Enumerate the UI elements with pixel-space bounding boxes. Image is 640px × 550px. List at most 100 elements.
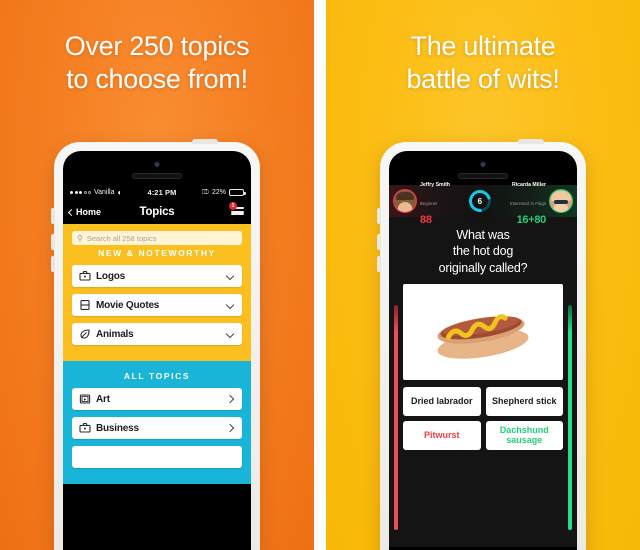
question-media-wrap (389, 283, 577, 380)
phone-mockup-right: Jeffry Smith Beginner 88 6 Ricarda Mille… (377, 139, 586, 550)
countdown-value: 6 (477, 196, 483, 206)
player-left-score: 88 (420, 214, 432, 227)
status-bar-right-group: ⎄ 22% (201, 188, 246, 197)
answer-button-2[interactable]: Shepherd stick (485, 386, 563, 416)
panel-divider (314, 0, 326, 550)
player-right-score: 16+80 (516, 214, 547, 227)
player-left[interactable]: Jeffry Smith Beginner 88 (393, 173, 450, 228)
headline-right-line1: The ultimate (410, 31, 556, 61)
chevron-left-icon (67, 208, 76, 216)
phone-button-silent (377, 208, 381, 224)
status-bar-clock: 4:21 PM (147, 188, 177, 197)
bluetooth-icon: ⎄ (201, 188, 209, 196)
section-all-topics: ALL TOPICS Art Business (63, 361, 251, 484)
signal-strength-icon (70, 191, 91, 194)
phone-button-volume-down (377, 256, 381, 272)
progress-bar-right-player (568, 305, 572, 530)
phone-mockup-left: Vanilla ◐ 4:21 PM ⎄ 22% Home Topics 1 ⚲ … (51, 139, 260, 550)
battery-icon (229, 189, 246, 196)
phone-sensor-row (63, 151, 251, 185)
headline-right-line2: battle of wits! (406, 63, 560, 94)
answer-button-1[interactable]: Dried labrador (403, 386, 481, 416)
chevron-down-icon (225, 300, 235, 310)
carrier-label: Vanilla (94, 189, 115, 196)
question-line1: What was (456, 228, 510, 242)
navigation-bar: Home Topics 1 (63, 200, 251, 224)
answer-row-bottom: Pitwurst Dachshund sausage (403, 420, 563, 450)
headline-right: The ultimate battle of wits! (326, 30, 640, 96)
phone-button-silent (51, 208, 55, 224)
status-bar-left-group: Vanilla ◐ (70, 188, 122, 197)
answer-button-3[interactable]: Pitwurst (403, 420, 481, 450)
picture-icon (79, 393, 91, 405)
topic-row-partial[interactable] (72, 446, 242, 468)
game-screen: Jeffry Smith Beginner 88 6 Ricarda Mille… (389, 182, 577, 547)
headline-left: Over 250 topics to choose from! (0, 30, 314, 96)
earpiece-speaker-icon (458, 173, 508, 179)
hot-dog-image (403, 283, 563, 380)
front-camera-icon (480, 162, 486, 167)
player-right-name: Ricarda Miller (511, 182, 546, 189)
panel-topics: Over 250 topics to choose from! Vanilla … (0, 0, 314, 550)
topic-label: Animals (96, 328, 134, 340)
section-new-and-noteworthy: ⚲ Search all 258 topics NEW & NOTEWORTHY… (63, 224, 251, 361)
chevron-down-icon (225, 329, 235, 339)
player-right[interactable]: Ricarda Miller Interested in Flags 16+80 (510, 173, 573, 228)
player-right-subtitle: Interested in Flags (509, 200, 546, 206)
back-button[interactable]: Home (67, 207, 102, 217)
answer-row-top: Dried labrador Shepherd stick (403, 386, 563, 416)
front-camera-icon (154, 162, 160, 167)
wifi-icon: ◐ (117, 188, 123, 197)
chevron-down-icon (225, 271, 235, 281)
countdown-timer: 6 (464, 185, 496, 217)
chevron-right-icon (225, 394, 235, 404)
question-line3: originally called? (438, 260, 528, 275)
topics-list[interactable]: ⚲ Search all 258 topics NEW & NOTEWORTHY… (63, 224, 251, 550)
headline-left-line2: to choose from! (66, 63, 248, 94)
answer-button-4[interactable]: Dachshund sausage (485, 420, 563, 450)
avatar (393, 189, 417, 213)
film-icon (79, 299, 91, 311)
search-input[interactable]: ⚲ Search all 258 topics (72, 231, 242, 245)
player-left-meta: Jeffry Smith Beginner 88 (420, 173, 450, 228)
topic-label: Movie Quotes (96, 299, 160, 311)
question-line2: the hot dog (452, 244, 514, 259)
answer-grid[interactable]: Dried labrador Shepherd stick Pitwurst D… (389, 380, 577, 450)
phone-button-volume-down (51, 256, 55, 272)
battery-percent-label: 22% (211, 189, 226, 196)
search-icon: ⚲ (77, 233, 83, 243)
panel-game: The ultimate battle of wits! Jeffry Smit… (326, 0, 640, 550)
menu-badge: 1 (229, 202, 237, 210)
topic-row-art[interactable]: Art (72, 388, 242, 410)
topic-row-movie-quotes[interactable]: Movie Quotes (72, 294, 242, 316)
phone-button-volume-up (51, 234, 55, 250)
phone-button-volume-up (377, 234, 381, 250)
briefcase-icon (79, 270, 91, 282)
briefcase-icon (79, 422, 91, 434)
page-title: Topics (139, 206, 175, 218)
earpiece-speaker-icon (132, 173, 182, 179)
topic-row-logos[interactable]: Logos (72, 265, 242, 287)
topic-row-business[interactable]: Business (72, 417, 242, 439)
hamburger-menu-icon[interactable]: 1 (229, 202, 244, 217)
player-left-subtitle: Beginner (420, 200, 438, 206)
topic-label: Business (96, 422, 139, 434)
app-store-screenshot-pair: Over 250 topics to choose from! Vanilla … (0, 0, 640, 550)
phone-screen-right: Jeffry Smith Beginner 88 6 Ricarda Mille… (389, 151, 577, 550)
section-title-new: NEW & NOTEWORTHY (98, 248, 216, 258)
phone-screen-left: Vanilla ◐ 4:21 PM ⎄ 22% Home Topics 1 ⚲ … (63, 151, 251, 550)
back-button-label: Home (76, 207, 102, 217)
topic-label: Logos (96, 270, 125, 282)
leaf-icon (79, 328, 91, 340)
headline-left-line1: Over 250 topics (64, 31, 250, 61)
topic-label: Art (96, 393, 110, 405)
status-bar-left: Vanilla ◐ 4:21 PM ⎄ 22% (63, 185, 251, 200)
avatar (548, 189, 573, 213)
progress-bar-left-player (394, 305, 398, 530)
topic-row-animals[interactable]: Animals (72, 323, 242, 345)
section-title-all: ALL TOPICS (123, 371, 191, 381)
score-bar: Jeffry Smith Beginner 88 6 Ricarda Mille… (389, 182, 577, 226)
player-right-meta: Ricarda Miller Interested in Flags 16+80 (510, 173, 546, 228)
player-left-name: Jeffry Smith (420, 182, 450, 189)
search-placeholder: Search all 258 topics (86, 233, 157, 243)
